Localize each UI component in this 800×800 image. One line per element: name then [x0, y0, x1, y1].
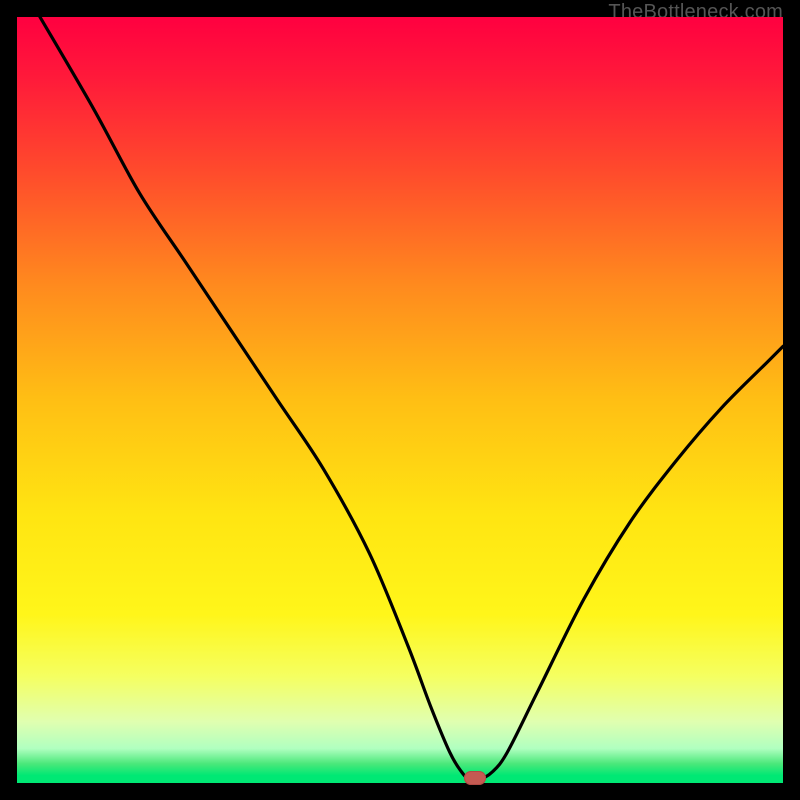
optimal-point-marker [464, 771, 486, 785]
chart-frame: TheBottleneck.com [17, 17, 783, 783]
bottleneck-curve [17, 17, 783, 783]
